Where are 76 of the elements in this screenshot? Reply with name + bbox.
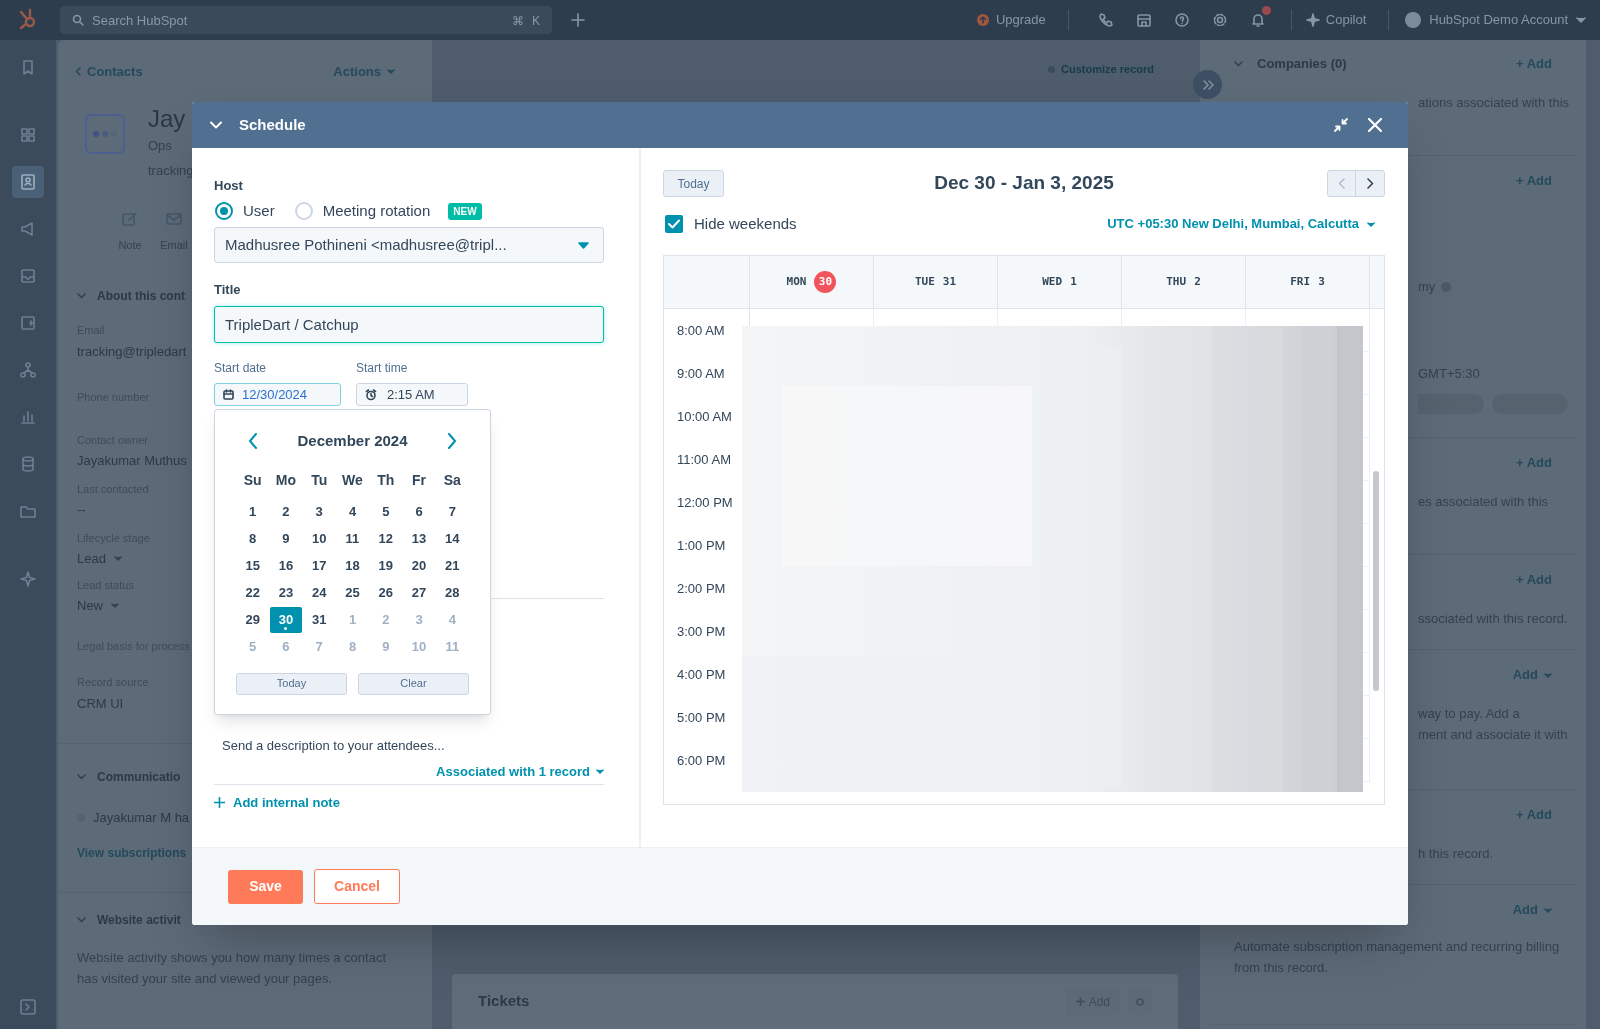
title-input[interactable]: TripleDart / Catchup [214,306,604,343]
cancel-button[interactable]: Cancel [314,869,400,904]
clear-button[interactable]: Clear [358,672,469,695]
today-button[interactable]: Today [663,170,724,197]
associations-link[interactable]: Associated with 1 record [436,762,590,782]
date-value: 12/30/2024 [242,385,308,404]
day-cell[interactable]: 4 [335,498,370,525]
day-cell[interactable]: 11 [335,525,370,552]
field-label: Start time [356,360,408,377]
day-cell[interactable]: 30 [270,606,302,633]
day-cell[interactable]: 25 [335,579,370,606]
day-cell[interactable]: 31 [302,606,336,633]
today-button[interactable]: Today [236,672,347,695]
copilot-button[interactable]: Copilot [1325,10,1367,30]
radio-label[interactable]: User [243,199,275,223]
add-note-link[interactable]: Add internal note [233,792,340,812]
dropdown-value: Madhusree Pothineni <madhusree@tripl... [225,234,507,255]
day-cell[interactable]: 18 [335,552,370,579]
day-cell[interactable]: 6 [402,498,436,525]
day-cell[interactable]: 26 [369,579,403,606]
day-cell[interactable]: 23 [269,579,303,606]
date-range-title: Dec 30 - Jan 3, 2025 [934,171,1114,196]
time-value: 2:15 AM [387,385,435,404]
weekday-label: Sa [442,470,462,490]
weekday-label: We [341,470,364,490]
day-cell[interactable]: 7 [435,498,469,525]
new-badge: NEW [448,202,482,220]
description-field[interactable]: Send a description to your attendees... [214,734,604,756]
checkbox-label[interactable]: Hide weekends [694,212,797,236]
day-cell[interactable]: 19 [369,552,403,579]
weekday-label: Fr [411,470,428,490]
upgrade-link[interactable]: Upgrade [995,10,1046,30]
day-cell[interactable]: 9 [269,525,303,552]
day-cell[interactable]: 22 [236,579,270,606]
day-cell[interactable]: 29 [236,606,270,633]
day-cell[interactable]: 20 [402,552,436,579]
field-label: Host [214,178,244,194]
day-header: THU 2 [1122,256,1246,308]
save-button[interactable]: Save [228,869,303,904]
weekday-label: Mo [274,470,298,490]
field-label: Start date [214,360,268,377]
day-header: FRI 3 [1246,256,1370,308]
day-cell[interactable]: 8 [236,525,270,552]
host-dropdown[interactable]: Madhusree Pothineni <madhusree@tripl... [214,227,604,263]
day-cell[interactable]: 12 [369,525,403,552]
day-cell[interactable]: 21 [435,552,469,579]
day-cell[interactable]: 16 [269,552,303,579]
day-cell[interactable]: 14 [435,525,469,552]
month-title: December 2024 [297,431,408,451]
time-field[interactable]: 2:15 AM [356,383,468,406]
day-cell[interactable]: 27 [402,579,436,606]
weekday-label: Th [376,470,396,490]
dialog-title: Schedule [239,114,306,135]
field-label: Title [214,282,242,298]
day-cell[interactable]: 2 [269,498,303,525]
shortcut-key: ⌘ [512,12,524,30]
weekday-label: Su [242,470,263,490]
day-cell[interactable]: 15 [236,552,270,579]
day-header: WED 1 [998,256,1122,308]
day-cell[interactable]: 13 [402,525,436,552]
radio-label[interactable]: Meeting rotation [322,199,431,223]
weekday-label: Tu [310,470,329,490]
shortcut-key: K [532,12,540,30]
timezone-dropdown[interactable]: UTC +05:30 New Delhi, Mumbai, Calcutta [1107,214,1359,234]
day-cell[interactable]: 1 [236,498,270,525]
day-cell[interactable]: 5 [369,498,403,525]
date-field[interactable]: 12/30/2024 [214,383,341,406]
day-cell[interactable]: 3 [302,498,336,525]
field-value: -- [77,501,86,519]
day-cell[interactable]: 10 [302,525,336,552]
day-header: TUE 31 [874,256,998,308]
account-menu[interactable]: HubSpot Demo Account [1429,10,1568,30]
day-cell[interactable]: 24 [302,579,336,606]
day-header: MON 30 [750,256,874,308]
day-cell[interactable]: 17 [302,552,336,579]
day-cell[interactable]: 28 [435,579,469,606]
